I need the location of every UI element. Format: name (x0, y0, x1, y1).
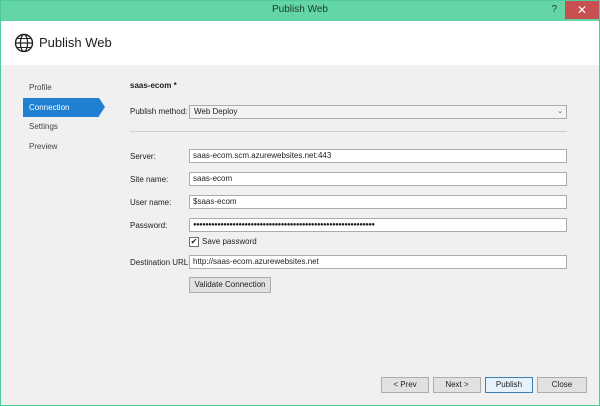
publish-method-value: Web Deploy (194, 107, 238, 116)
publish-method-select[interactable]: Web Deploy ⌄ (189, 105, 567, 119)
sidebar-item-connection[interactable]: Connection (23, 97, 105, 117)
next-button[interactable]: Next > (433, 377, 481, 393)
destination-url-label: Destination URL: (130, 258, 191, 267)
publish-web-dialog: Publish Web ? ✕ Publish Web Profile Conn… (0, 0, 600, 406)
server-label: Server: (130, 152, 156, 161)
close-button[interactable]: Close (537, 377, 587, 393)
chevron-down-icon: ⌄ (557, 108, 563, 115)
close-window-button[interactable]: ✕ (565, 1, 599, 19)
user-name-input[interactable]: $saas-ecom (189, 195, 567, 209)
user-name-label: User name: (130, 198, 172, 207)
wizard-sidebar: Profile Connection Settings Preview (23, 78, 107, 156)
publish-button[interactable]: Publish (485, 377, 533, 393)
publish-method-label: Publish method: (130, 107, 188, 116)
sidebar-item-profile[interactable]: Profile (23, 78, 107, 97)
dialog-header: Publish Web (1, 21, 599, 65)
site-name-label: Site name: (130, 175, 169, 184)
password-input[interactable]: ●●●●●●●●●●●●●●●●●●●●●●●●●●●●●●●●●●●●●●●●… (189, 218, 567, 232)
dialog-body: Profile Connection Settings Preview saas… (1, 65, 599, 405)
globe-icon (14, 33, 34, 53)
password-label: Password: (130, 221, 168, 230)
save-password-checkbox[interactable]: ✔ (189, 237, 199, 247)
window-title: Publish Web (272, 4, 328, 15)
dialog-heading: Publish Web (39, 35, 112, 50)
help-button[interactable]: ? (551, 4, 557, 15)
prev-button[interactable]: < Prev (381, 377, 429, 393)
title-bar[interactable]: Publish Web ? ✕ (1, 1, 599, 21)
sidebar-item-settings[interactable]: Settings (23, 117, 107, 136)
sidebar-item-preview[interactable]: Preview (23, 137, 107, 156)
save-password-label: Save password (202, 237, 257, 246)
site-name-input[interactable]: saas-ecom (189, 172, 567, 186)
server-input[interactable]: saas-ecom.scm.azurewebsites.net:443 (189, 149, 567, 163)
destination-url-input[interactable]: http://saas-ecom.azurewebsites.net (189, 255, 567, 269)
section-divider (130, 131, 567, 132)
validate-connection-button[interactable]: Validate Connection (189, 277, 271, 293)
profile-name: saas-ecom * (130, 81, 177, 90)
